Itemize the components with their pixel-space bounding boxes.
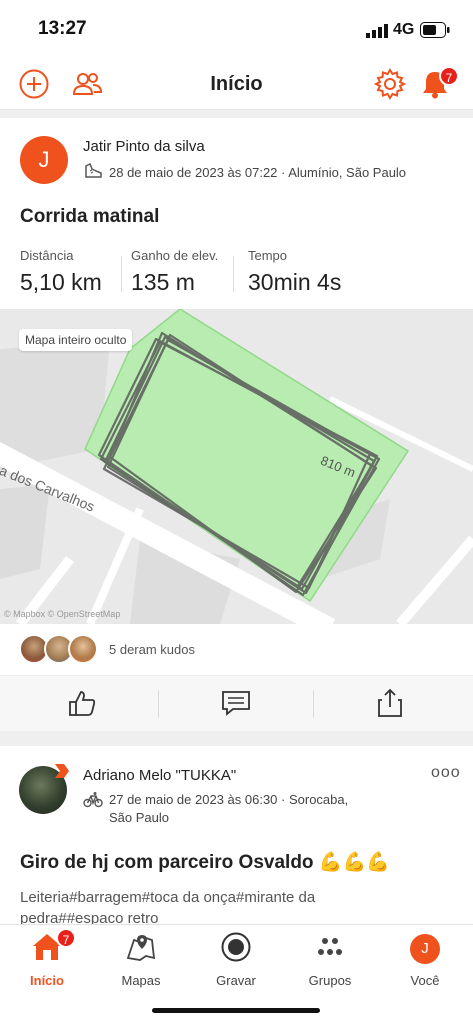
map-attribution: © Mapbox © OpenStreetMap xyxy=(4,609,121,619)
tab-label: Gravar xyxy=(216,973,256,988)
feed-separator xyxy=(0,110,473,118)
tab-you[interactable]: J Você xyxy=(385,931,465,988)
athlete-name[interactable]: Jatir Pinto da silva xyxy=(83,138,205,155)
notification-badge: 7 xyxy=(439,66,459,86)
gear-icon[interactable] xyxy=(373,67,407,101)
activity-datetime-location: 28 de maio de 2023 às 07:22 · Alumínio, … xyxy=(109,165,407,180)
running-shoe-icon xyxy=(83,162,103,183)
thumbs-up-icon[interactable] xyxy=(52,686,112,720)
activity-title[interactable]: Giro de hj com parceiro Osvaldo 💪💪💪 xyxy=(20,850,390,874)
stat-label: Tempo xyxy=(248,248,288,263)
activity-datetime-location: 27 de maio de 2023 às 06:30 · Sorocaba, xyxy=(109,792,349,807)
app-header: Início 7 xyxy=(0,60,473,110)
tab-record[interactable]: Gravar xyxy=(196,931,276,988)
stat-value: 135 m xyxy=(131,269,195,295)
home-indicator xyxy=(152,1008,320,1013)
activity-title[interactable]: Corrida matinal xyxy=(20,206,159,228)
battery-icon xyxy=(420,22,450,43)
stat-label: Distância xyxy=(20,248,74,263)
home-badge: 7 xyxy=(56,928,76,948)
tab-label: Mapas xyxy=(121,973,161,988)
map-hidden-chip: Mapa inteiro oculto xyxy=(19,329,133,351)
athlete-name[interactable]: Adriano Melo "TUKKA" xyxy=(83,767,236,784)
action-divider xyxy=(158,690,159,718)
kudos-count[interactable]: 5 deram kudos xyxy=(109,642,195,657)
share-icon[interactable] xyxy=(360,686,420,720)
activity-location-cont: São Paulo xyxy=(109,810,169,825)
action-bar xyxy=(0,676,473,731)
activity-map[interactable]: Mapa inteiro oculto ua dos Carvalhos 810… xyxy=(0,309,473,624)
signal-icon xyxy=(366,24,388,43)
stat-divider xyxy=(233,256,234,292)
comment-icon[interactable] xyxy=(206,686,266,720)
more-options-icon[interactable]: ooo xyxy=(431,764,461,782)
profile-avatar: J xyxy=(410,934,440,964)
stat-time: Tempo 30min 4s xyxy=(248,248,341,296)
tab-label: Início xyxy=(30,973,64,988)
groups-icon xyxy=(315,932,345,967)
status-bar: 13:27 4G xyxy=(0,0,473,60)
tab-label: Grupos xyxy=(308,973,352,988)
tab-label: Você xyxy=(410,973,440,988)
stat-distance: Distância 5,10 km xyxy=(20,248,102,296)
avatar[interactable]: J xyxy=(20,136,68,184)
activity-description: Leiteria#barragem#toca da onça#mirante d… xyxy=(20,889,316,924)
feed-separator xyxy=(0,731,473,746)
activity-card[interactable]: J Jatir Pinto da silva 28 de maio de 202… xyxy=(0,118,473,731)
stat-label: Ganho de elev. xyxy=(131,248,219,263)
stat-value: 30min 4s xyxy=(248,269,342,295)
kudos-row[interactable]: 5 deram kudos xyxy=(0,630,473,676)
tab-maps[interactable]: Mapas xyxy=(101,931,181,988)
subscriber-chevron-icon xyxy=(52,762,70,780)
tab-home[interactable]: 7 Início xyxy=(7,928,87,988)
record-icon xyxy=(220,931,252,968)
network-type: 4G xyxy=(393,21,415,38)
stat-value: 5,10 km xyxy=(20,269,102,295)
bike-icon xyxy=(83,791,103,812)
activity-card[interactable]: Adriano Melo "TUKKA" ooo 27 de maio de 2… xyxy=(0,746,473,924)
activity-meta: 28 de maio de 2023 às 07:22 · Alumínio, … xyxy=(83,162,406,183)
stat-elevation: Ganho de elev. 135 m xyxy=(131,248,218,296)
map-icon xyxy=(126,932,156,967)
action-divider xyxy=(313,690,314,718)
kudos-avatar xyxy=(68,634,98,664)
status-time: 13:27 xyxy=(38,18,87,39)
tab-groups[interactable]: Grupos xyxy=(290,931,370,988)
stat-divider xyxy=(121,256,122,292)
map-graphic xyxy=(0,309,473,624)
